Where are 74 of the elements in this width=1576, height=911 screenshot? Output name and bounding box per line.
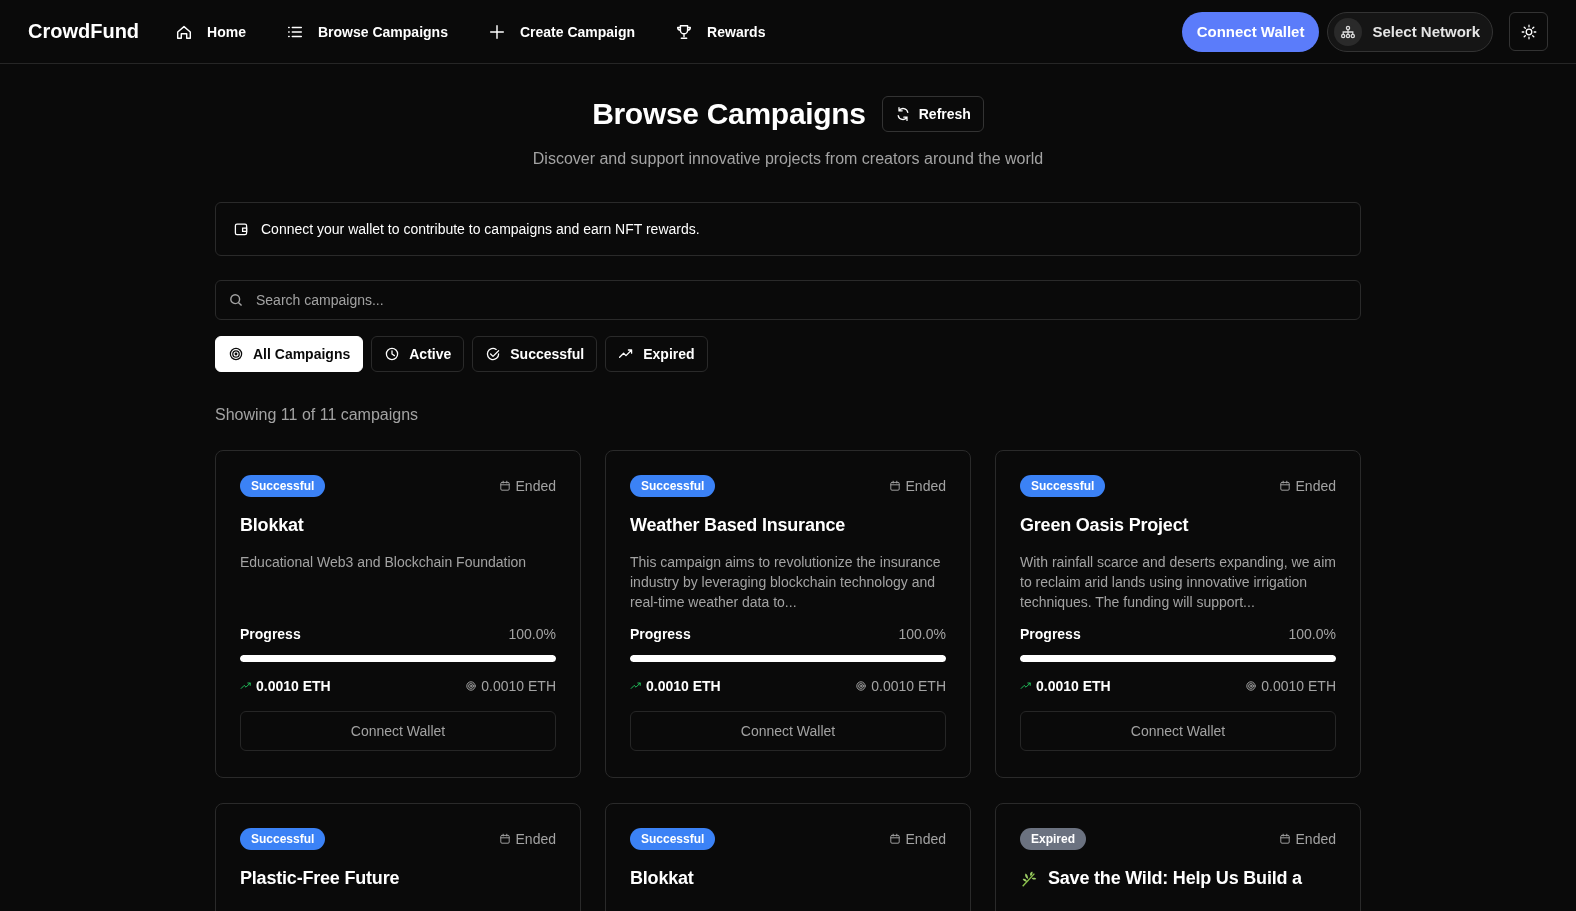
goal-amount: 0.0010 ETH: [1261, 678, 1336, 694]
end-status: Ended: [515, 831, 556, 847]
trend-up-icon: [240, 680, 252, 692]
progress-label: Progress: [1020, 626, 1081, 642]
network-icon: [1340, 23, 1357, 40]
notice-text: Connect your wallet to contribute to campaigns and earn NFT rewards.: [261, 221, 700, 237]
wallet-icon: [233, 221, 249, 237]
clock-icon: [384, 346, 401, 362]
search-field[interactable]: Search campaigns...: [215, 280, 1361, 320]
filter-tab[interactable]: Successful: [472, 336, 598, 372]
status-badge: Successful: [240, 828, 326, 850]
campaign-title: Save the Wild: Help Us Build a: [1048, 868, 1302, 889]
end-status: Ended: [1295, 478, 1336, 494]
raised-amount: 0.0010 ETH: [646, 678, 721, 694]
campaign-description: This campaign aims to revolutionize the insurance industry by leveraging blockchain technology and real-time weather data to...: [630, 553, 942, 612]
calendar-icon: [1278, 833, 1291, 845]
sun-icon: [1520, 23, 1537, 40]
filter-tab[interactable]: Active: [371, 336, 465, 372]
campaign-title: Weather Based Insurance: [630, 515, 846, 536]
theme-toggle-button[interactable]: [1509, 12, 1548, 51]
nav-link[interactable]: Browse Campaigns: [286, 22, 448, 41]
calendar-icon: [498, 833, 511, 845]
status-badge: Successful: [630, 475, 716, 497]
end-status: Ended: [515, 478, 556, 494]
calendar-icon: [888, 833, 901, 845]
check-circle-icon: [485, 346, 502, 362]
status-badge: Expired: [1020, 828, 1086, 850]
campaign-title: Green Oasis Project: [1020, 515, 1189, 536]
target-icon: [465, 680, 478, 692]
progress-percent: 100.0%: [898, 626, 946, 642]
target-icon: [855, 680, 868, 692]
connect-wallet-button[interactable]: Connect Wallet: [240, 711, 556, 751]
calendar-icon: [1278, 480, 1291, 492]
raised-amount: 0.0010 ETH: [1036, 678, 1111, 694]
calendar-icon: [888, 480, 901, 492]
nav-link[interactable]: Home: [175, 22, 246, 41]
page-title: Browse Campaigns: [592, 97, 866, 131]
end-status: Ended: [905, 478, 946, 494]
filter-tab[interactable]: All Campaigns: [215, 336, 364, 372]
connect-wallet-button[interactable]: Connect Wallet: [1181, 11, 1320, 52]
filter-tab[interactable]: Expired: [605, 336, 708, 372]
campaign-title: Blokkat: [630, 868, 694, 889]
goal-amount: 0.0010 ETH: [481, 678, 556, 694]
goal-amount: 0.0010 ETH: [871, 678, 946, 694]
trend-up-icon: [630, 680, 642, 692]
progress-label: Progress: [630, 626, 691, 642]
raised-amount: 0.0010 ETH: [256, 678, 331, 694]
end-status: Ended: [1295, 831, 1336, 847]
select-network-button[interactable]: Select Network: [1327, 11, 1493, 52]
plus-icon: [487, 22, 506, 41]
refresh-button[interactable]: Refresh: [881, 96, 984, 132]
progress-percent: 100.0%: [508, 626, 556, 642]
progress-percent: 100.0%: [1288, 626, 1336, 642]
status-badge: Successful: [240, 475, 326, 497]
target-icon: [1245, 680, 1258, 692]
nav-link[interactable]: Rewards: [675, 22, 766, 41]
status-badge: Successful: [630, 828, 716, 850]
target-icon: [228, 346, 244, 362]
trend-up-icon: [1020, 680, 1032, 692]
status-badge: Successful: [1020, 475, 1106, 497]
connect-wallet-button[interactable]: Connect Wallet: [1020, 711, 1336, 751]
campaign-title: Plastic-Free Future: [240, 868, 400, 889]
campaign-title: Blokkat: [240, 515, 304, 536]
page-subtitle: Discover and support innovative projects from creators around the world: [531, 150, 1045, 168]
result-count: Showing 11 of 11 campaigns: [215, 406, 420, 424]
campaign-description: With rainfall scarce and deserts expanding, we aim to reclaim arid lands using innovative irrigation techniques. The funding will support...: [1020, 553, 1336, 612]
brand-logo[interactable]: CrowdFund: [28, 20, 140, 43]
campaign-description: Educational Web3 and Blockchain Foundation: [240, 553, 528, 572]
end-status: Ended: [905, 831, 946, 847]
calendar-icon: [498, 480, 511, 492]
connect-wallet-button[interactable]: Connect Wallet: [630, 711, 946, 751]
nav-link[interactable]: Create Campaign: [487, 22, 636, 41]
trophy-icon: [675, 22, 694, 41]
progress-label: Progress: [240, 626, 301, 642]
